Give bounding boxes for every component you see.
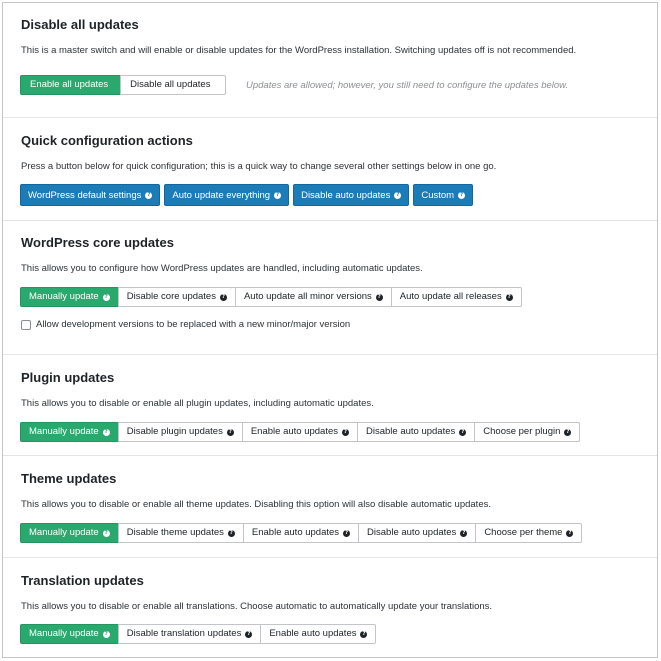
help-icon[interactable]: ?	[375, 293, 383, 301]
choose-per-theme-button[interactable]: Choose per theme?	[475, 523, 583, 543]
help-icon[interactable]: ?	[226, 428, 234, 436]
section-title: Translation updates	[21, 573, 144, 588]
help-icon[interactable]: ?	[459, 428, 467, 436]
custom-button[interactable]: Custom?	[413, 184, 474, 206]
section-description: This allows you to disable or enable all…	[21, 499, 491, 510]
translation-updates-group: Manually update? Disable translation upd…	[20, 624, 377, 644]
section-description: This allows you to disable or enable all…	[21, 398, 374, 409]
translation-manually-update-button[interactable]: Manually update?	[20, 624, 119, 644]
section-title: Theme updates	[21, 471, 117, 486]
button-label: Disable plugin updates	[126, 426, 223, 437]
button-label: Disable auto updates	[367, 527, 457, 538]
help-icon[interactable]: ?	[102, 529, 110, 537]
section-theme-updates: Theme updates This allows you to disable…	[3, 456, 657, 558]
help-icon[interactable]: ?	[458, 191, 466, 199]
help-icon[interactable]: ?	[343, 529, 351, 537]
button-label: Enable auto updates	[251, 527, 340, 538]
disable-core-updates-button[interactable]: Disable core updates?	[117, 287, 236, 307]
button-label: Disable translation updates	[126, 628, 242, 639]
button-label: Manually update	[29, 426, 99, 437]
help-icon[interactable]: ?	[274, 191, 282, 199]
help-icon[interactable]: ?	[566, 529, 574, 537]
settings-panel: Disable all updates This is a master swi…	[2, 2, 658, 658]
master-switch-group: Enable all updates Disable all updates	[20, 75, 227, 95]
section-description: This allows you to configure how WordPre…	[21, 263, 423, 274]
checkbox-label: Allow development versions to be replace…	[36, 319, 351, 330]
auto-update-everything-button[interactable]: Auto update everything?	[164, 184, 290, 206]
disable-all-updates-button[interactable]: Disable all updates	[120, 75, 227, 95]
theme-disable-auto-updates-button[interactable]: Disable auto updates?	[358, 523, 477, 543]
quick-actions-group: WordPress default settings? Auto update …	[20, 184, 477, 206]
section-title: Quick configuration actions	[21, 133, 193, 148]
translation-enable-auto-updates-button[interactable]: Enable auto updates?	[260, 624, 377, 644]
auto-update-all-releases-button[interactable]: Auto update all releases?	[390, 287, 522, 307]
disable-theme-updates-button[interactable]: Disable theme updates?	[117, 523, 244, 543]
section-core-updates: WordPress core updates This allows you t…	[3, 221, 657, 355]
help-icon[interactable]: ?	[219, 293, 227, 301]
section-title: Disable all updates	[21, 17, 139, 32]
choose-per-plugin-button[interactable]: Choose per plugin?	[474, 422, 581, 442]
plugin-updates-group: Manually update? Disable plugin updates?…	[20, 422, 581, 442]
master-status-note: Updates are allowed; however, you still …	[246, 80, 569, 91]
button-label: WordPress default settings	[28, 189, 142, 201]
help-icon[interactable]: ?	[102, 293, 110, 301]
help-icon[interactable]: ?	[227, 529, 235, 537]
help-icon[interactable]: ?	[102, 630, 110, 638]
plugin-enable-auto-updates-button[interactable]: Enable auto updates?	[241, 422, 358, 442]
help-icon[interactable]: ?	[342, 428, 349, 436]
section-title: Plugin updates	[21, 370, 115, 385]
wordpress-default-settings-button[interactable]: WordPress default settings?	[20, 184, 161, 206]
disable-plugin-updates-button[interactable]: Disable plugin updates?	[117, 422, 243, 442]
disable-auto-updates-button[interactable]: Disable auto updates?	[293, 184, 410, 206]
help-icon[interactable]: ?	[505, 293, 513, 301]
button-label: Manually update	[29, 527, 99, 538]
auto-update-minor-button[interactable]: Auto update all minor versions?	[234, 287, 392, 307]
button-label: Disable auto updates	[366, 426, 456, 437]
button-label: Choose per theme	[484, 527, 563, 538]
plugin-manually-update-button[interactable]: Manually update?	[20, 422, 119, 442]
button-label: Enable auto updates	[250, 426, 338, 437]
help-icon[interactable]: ?	[245, 630, 253, 638]
enable-all-updates-button[interactable]: Enable all updates	[20, 75, 122, 95]
button-label: Auto update everything	[172, 189, 271, 201]
help-icon[interactable]: ?	[394, 191, 402, 199]
core-manually-update-button[interactable]: Manually update?	[20, 287, 119, 307]
section-description: Press a button below for quick configura…	[21, 161, 497, 172]
plugin-disable-auto-updates-button[interactable]: Disable auto updates?	[357, 422, 476, 442]
button-label: Custom	[421, 189, 455, 201]
dev-versions-checkbox[interactable]	[21, 319, 31, 330]
help-icon[interactable]: ?	[145, 191, 153, 199]
help-icon[interactable]: ?	[460, 529, 468, 537]
section-quick-configuration: Quick configuration actions Press a butt…	[3, 118, 657, 221]
section-description: This allows you to disable or enable all…	[21, 601, 493, 612]
section-description: This is a master switch and will enable …	[21, 45, 577, 56]
section-plugin-updates: Plugin updates This allows you to disabl…	[3, 355, 657, 456]
button-label: Disable theme updates	[126, 527, 224, 538]
button-label: Enable auto updates	[269, 628, 357, 639]
core-updates-group: Manually update? Disable core updates? A…	[20, 287, 522, 307]
button-label: Manually update	[29, 628, 99, 639]
dev-versions-checkbox-row[interactable]: Allow development versions to be replace…	[21, 319, 350, 330]
button-label: Manually update	[29, 291, 99, 302]
button-label: Disable auto updates	[301, 189, 391, 201]
help-icon[interactable]: ?	[360, 630, 368, 638]
button-label: Auto update all releases	[399, 291, 502, 302]
theme-manually-update-button[interactable]: Manually update?	[20, 523, 119, 543]
theme-enable-auto-updates-button[interactable]: Enable auto updates?	[242, 523, 360, 543]
section-translation-updates: Translation updates This allows you to d…	[3, 558, 657, 657]
button-label: Auto update all minor versions	[243, 291, 372, 302]
help-icon[interactable]: ?	[102, 428, 110, 436]
disable-translation-updates-button[interactable]: Disable translation updates?	[117, 624, 262, 644]
button-label: Choose per plugin	[483, 426, 561, 437]
help-icon[interactable]: ?	[564, 428, 572, 436]
theme-updates-group: Manually update? Disable theme updates? …	[20, 523, 583, 543]
section-disable-all-updates: Disable all updates This is a master swi…	[3, 3, 657, 118]
button-label: Disable core updates	[126, 291, 216, 302]
section-title: WordPress core updates	[21, 235, 174, 250]
